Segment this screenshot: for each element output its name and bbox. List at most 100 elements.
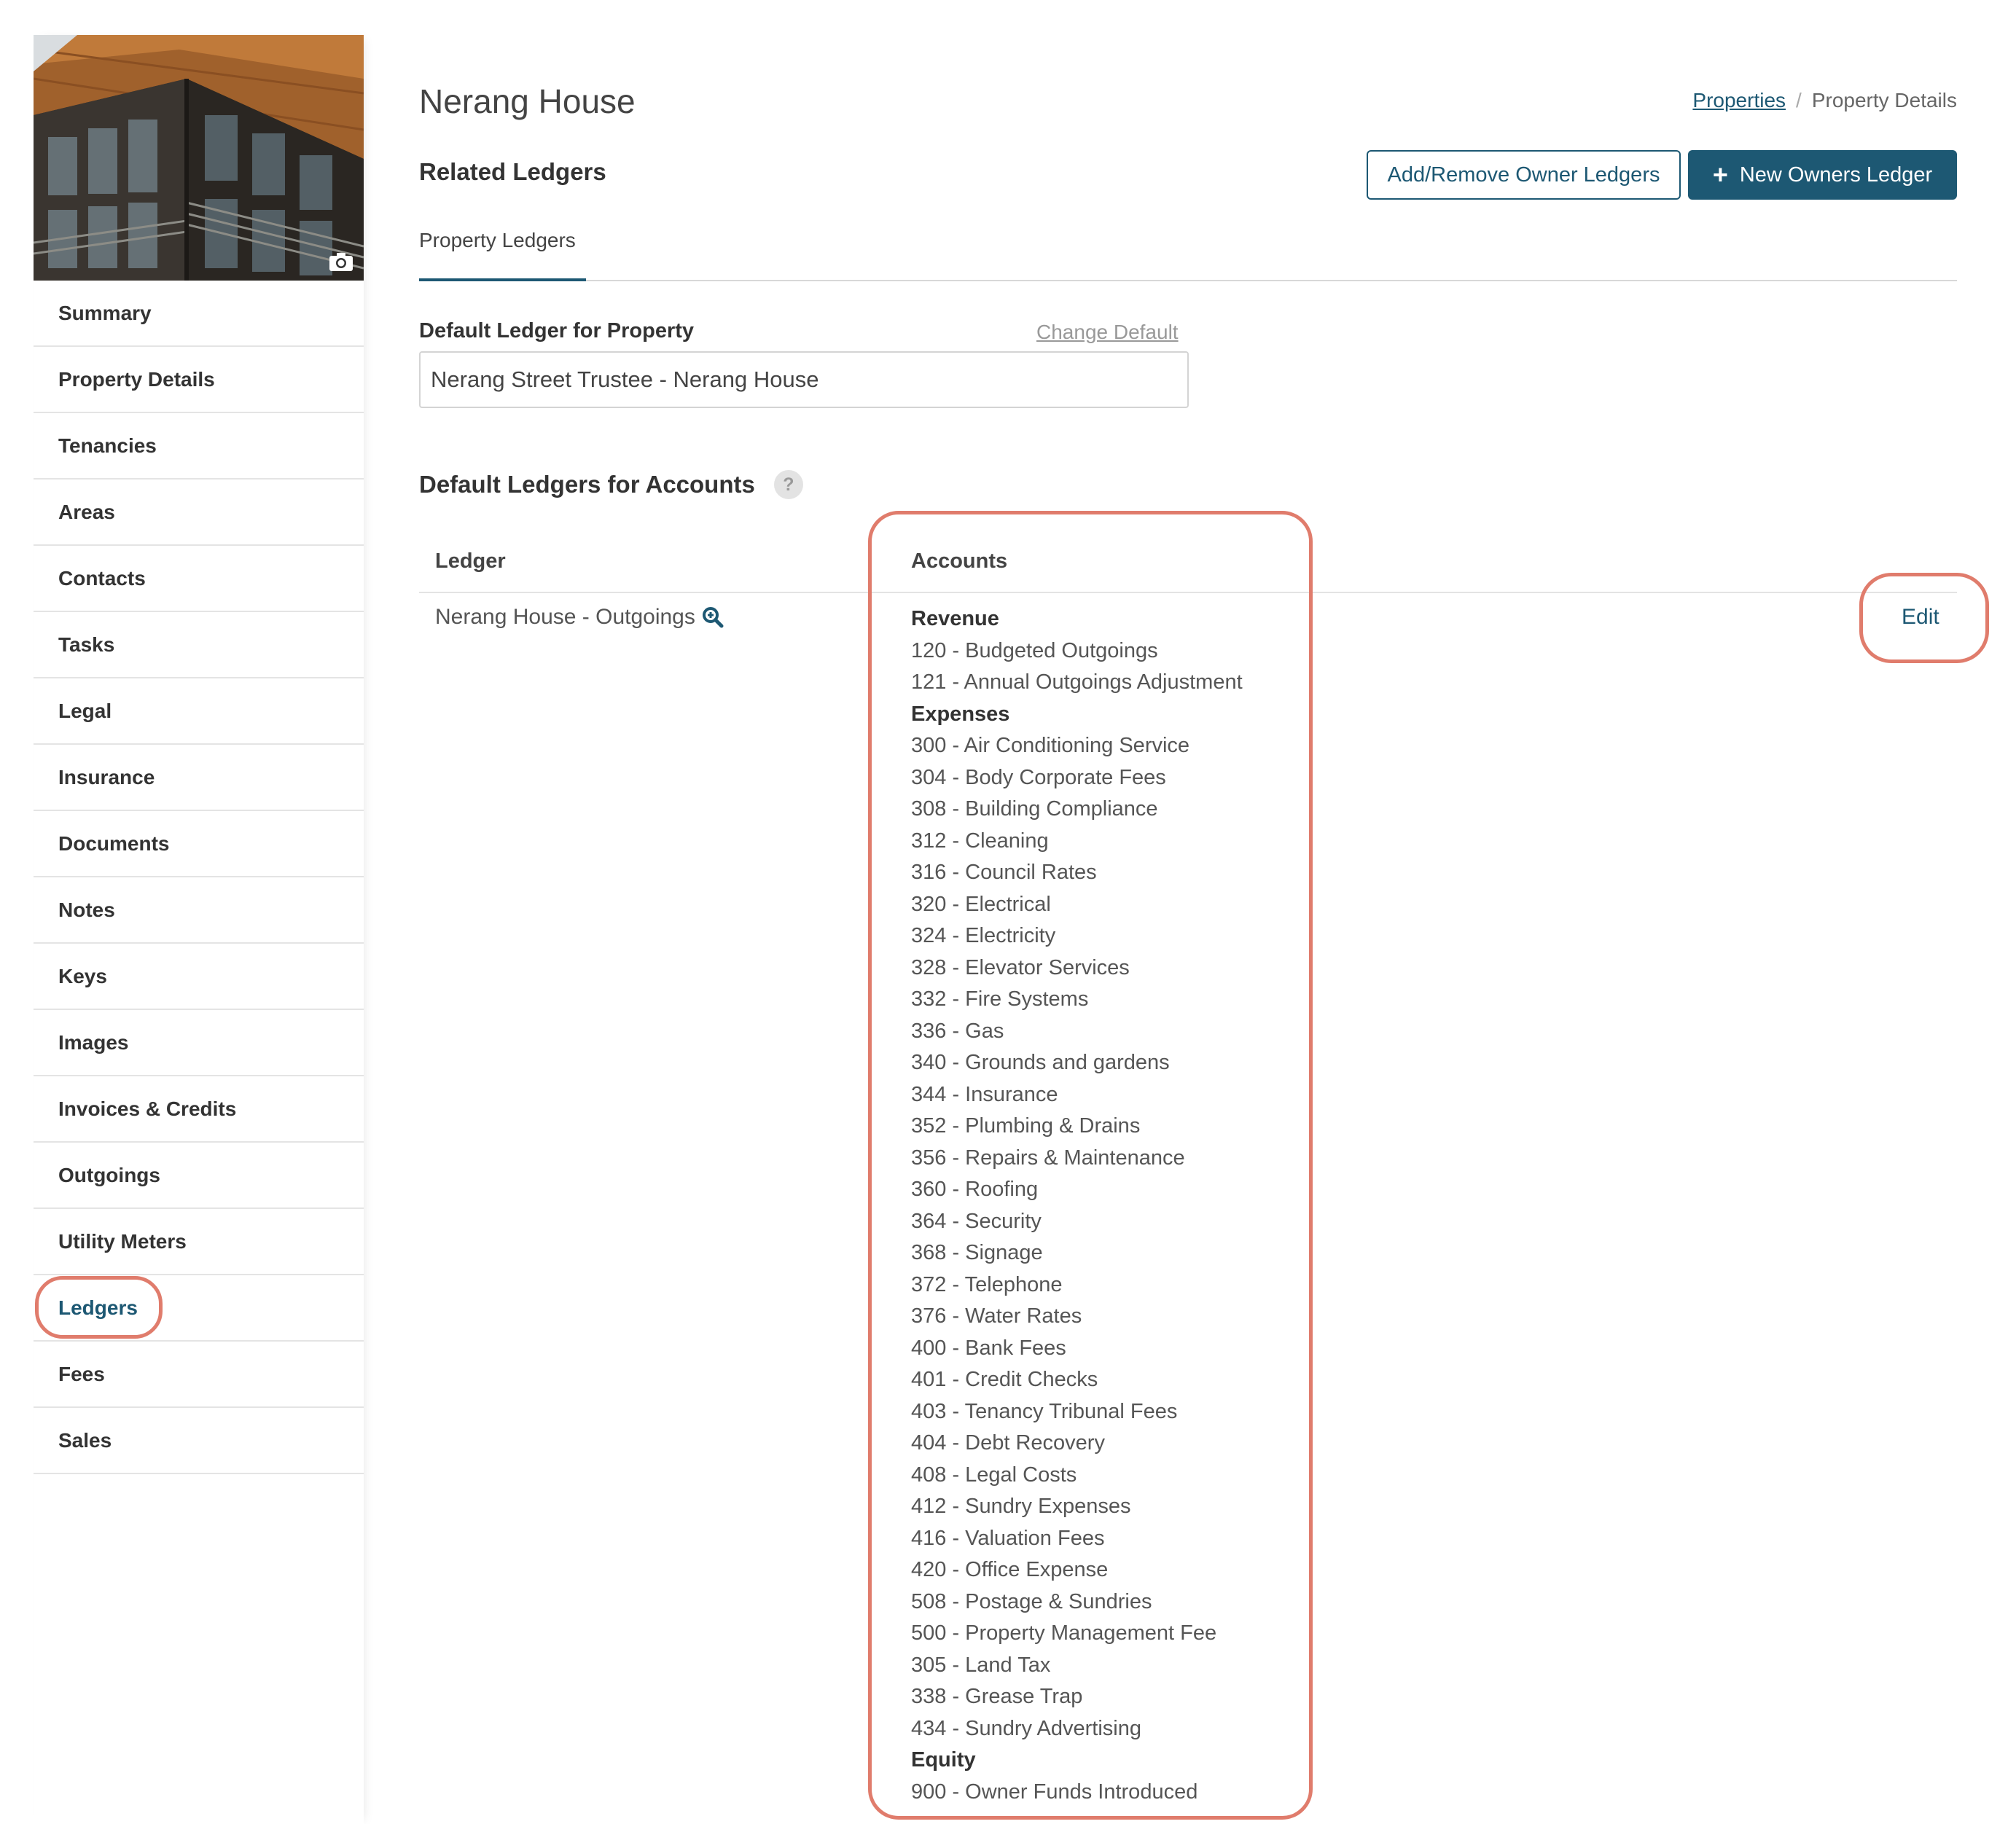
table-row: Nerang House - Outgoings Revenue 120 - Bu… — [419, 593, 1957, 1824]
sidebar: Summary Property Details Tenancies Areas… — [34, 35, 364, 1824]
sidebar-item-sales[interactable]: Sales — [34, 1408, 364, 1474]
list-item: 416 - Valuation Fees — [911, 1526, 1105, 1550]
breadcrumb-link-properties[interactable]: Properties — [1692, 89, 1786, 112]
list-item: 324 - Electricity — [911, 924, 1056, 947]
add-remove-owner-ledgers-button[interactable]: Add/Remove Owner Ledgers — [1367, 150, 1681, 200]
zoom-icon[interactable] — [701, 606, 724, 629]
sidebar-item-label: Insurance — [58, 765, 155, 788]
sidebar-item-label: Summary — [58, 301, 152, 324]
list-item: 328 - Elevator Services — [911, 955, 1130, 979]
list-item: 120 - Budgeted Outgoings — [911, 638, 1158, 662]
change-default-link[interactable]: Change Default — [1036, 321, 1179, 344]
account-group-heading: Equity — [911, 1748, 976, 1772]
default-ledgers-accounts-title: Default Ledgers for Accounts ? — [419, 470, 803, 499]
list-item: 400 - Bank Fees — [911, 1336, 1066, 1360]
sidebar-item-legal[interactable]: Legal — [34, 678, 364, 745]
ledger-accounts-table: Ledger Accounts Nerang House - Outgoings… — [419, 539, 1957, 1824]
sidebar-item-label: Property Details — [58, 367, 215, 391]
new-owners-ledger-label: New Owners Ledger — [1739, 163, 1933, 187]
column-header-ledger: Ledger — [435, 549, 506, 573]
list-item: 364 - Security — [911, 1209, 1042, 1233]
sidebar-item-label: Documents — [58, 831, 170, 855]
list-item: 408 - Legal Costs — [911, 1463, 1077, 1487]
new-owners-ledger-button[interactable]: + New Owners Ledger — [1688, 150, 1957, 200]
sidebar-item-label: Utility Meters — [58, 1229, 187, 1253]
column-header-accounts: Accounts — [911, 549, 1008, 573]
page-title: Nerang House — [419, 82, 636, 120]
sidebar-item-label: Areas — [58, 500, 115, 523]
help-icon[interactable]: ? — [773, 470, 803, 499]
sidebar-item-utility-meters[interactable]: Utility Meters — [34, 1209, 364, 1275]
sidebar-item-invoices-credits[interactable]: Invoices & Credits — [34, 1076, 364, 1143]
list-item: 420 - Office Expense — [911, 1558, 1109, 1581]
sidebar-item-insurance[interactable]: Insurance — [34, 745, 364, 811]
sidebar-item-areas[interactable]: Areas — [34, 480, 364, 546]
list-item: 412 - Sundry Expenses — [911, 1495, 1131, 1518]
accounts-list: Revenue 120 - Budgeted Outgoings 121 - Ann… — [911, 603, 1305, 1808]
sidebar-item-summary[interactable]: Summary — [34, 281, 364, 347]
sidebar-item-fees[interactable]: Fees — [34, 1342, 364, 1408]
list-item: 312 - Cleaning — [911, 829, 1049, 853]
property-photo[interactable] — [34, 35, 364, 281]
list-item: 434 - Sundry Advertising — [911, 1716, 1141, 1740]
page: Summary Property Details Tenancies Areas… — [0, 0, 2016, 1824]
sidebar-item-label: Invoices & Credits — [58, 1097, 237, 1120]
sidebar-item-label: Tenancies — [58, 434, 157, 457]
plus-icon: + — [1712, 160, 1728, 189]
sidebar-item-keys[interactable]: Keys — [34, 944, 364, 1010]
account-group-heading: Expenses — [911, 702, 1010, 726]
list-item: 300 - Air Conditioning Service — [911, 734, 1190, 757]
tab-property-ledgers[interactable]: Property Ledgers — [419, 229, 586, 281]
sidebar-item-documents[interactable]: Documents — [34, 811, 364, 877]
sidebar-item-label: Contacts — [58, 566, 146, 590]
sidebar-item-label: Tasks — [58, 633, 115, 656]
default-ledger-field[interactable]: Nerang Street Trustee - Nerang House — [419, 351, 1189, 408]
sidebar-item-label: Images — [58, 1030, 129, 1054]
sidebar-item-label: Outgoings — [58, 1163, 160, 1186]
default-ledger-label: Default Ledger for Property — [419, 319, 695, 343]
list-item: 508 - Postage & Sundries — [911, 1589, 1152, 1613]
sidebar-item-label: Fees — [58, 1362, 105, 1385]
sidebar-nav: Summary Property Details Tenancies Areas… — [34, 281, 364, 1474]
list-item: 900 - Owner Funds Introduced — [911, 1780, 1198, 1804]
edit-button[interactable]: Edit — [1902, 605, 1939, 630]
main-content: Nerang House Properties / Property Detai… — [419, 0, 1957, 1824]
tab-bar: Property Ledgers — [419, 219, 1957, 281]
highlight-ring — [35, 1276, 163, 1339]
sidebar-item-contacts[interactable]: Contacts — [34, 546, 364, 612]
list-item: 305 - Land Tax — [911, 1653, 1051, 1677]
subsection-title-text: Default Ledgers for Accounts — [419, 471, 755, 498]
list-item: 372 - Telephone — [911, 1272, 1063, 1296]
list-item: 356 - Repairs & Maintenance — [911, 1146, 1185, 1170]
breadcrumb-separator: / — [1796, 89, 1802, 111]
list-item: 344 - Insurance — [911, 1082, 1058, 1106]
ledger-cell: Nerang House - Outgoings — [435, 605, 724, 630]
sidebar-item-outgoings[interactable]: Outgoings — [34, 1143, 364, 1209]
list-item: 332 - Fire Systems — [911, 987, 1089, 1011]
table-header: Ledger Accounts — [419, 539, 1957, 593]
list-item: 500 - Property Management Fee — [911, 1621, 1217, 1645]
breadcrumb-current: Property Details — [1811, 89, 1957, 111]
list-item: 308 - Building Compliance — [911, 797, 1158, 821]
sidebar-item-ledgers[interactable]: Ledgers — [34, 1275, 364, 1342]
list-item: 368 - Signage — [911, 1241, 1043, 1264]
sidebar-item-property-details[interactable]: Property Details — [34, 347, 364, 413]
list-item: 316 - Council Rates — [911, 861, 1097, 884]
sidebar-item-images[interactable]: Images — [34, 1010, 364, 1076]
sidebar-item-notes[interactable]: Notes — [34, 877, 364, 944]
sidebar-item-tasks[interactable]: Tasks — [34, 612, 364, 678]
list-item: 404 - Debt Recovery — [911, 1431, 1105, 1455]
sidebar-item-label: Legal — [58, 699, 112, 722]
camera-icon[interactable] — [329, 251, 353, 272]
list-item: 336 - Gas — [911, 1019, 1004, 1043]
section-title: Related Ledgers — [419, 158, 606, 185]
sidebar-item-label: Sales — [58, 1428, 112, 1452]
sidebar-item-tenancies[interactable]: Tenancies — [34, 413, 364, 480]
sidebar-item-label: Notes — [58, 898, 115, 921]
list-item: 360 - Roofing — [911, 1178, 1039, 1201]
list-item: 401 - Credit Checks — [911, 1368, 1098, 1391]
list-item: 403 - Tenancy Tribunal Fees — [911, 1399, 1178, 1423]
list-item: 338 - Grease Trap — [911, 1685, 1083, 1708]
list-item: 352 - Plumbing & Drains — [911, 1114, 1141, 1138]
ledger-name: Nerang House - Outgoings — [435, 605, 695, 629]
